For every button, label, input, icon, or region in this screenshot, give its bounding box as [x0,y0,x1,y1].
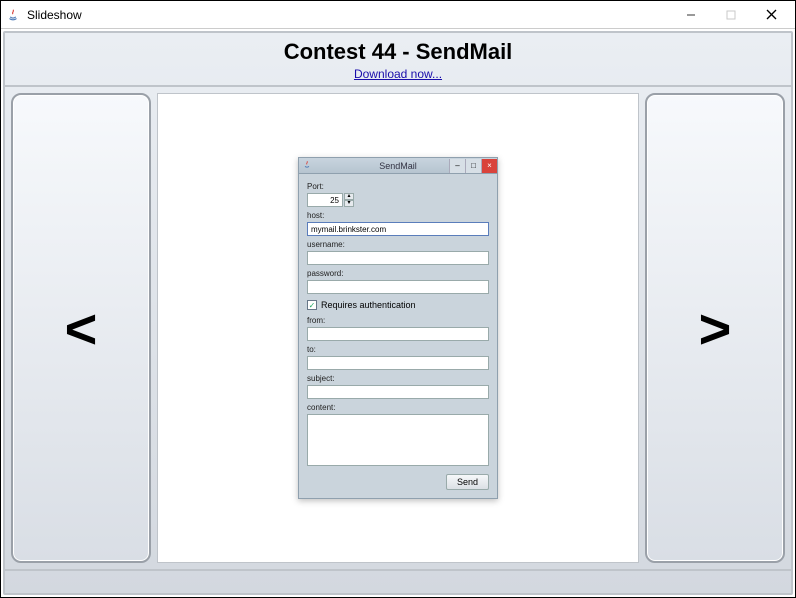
content-chrome: Contest 44 - SendMail Download now... < … [3,31,793,595]
username-input[interactable] [307,251,489,265]
requires-auth-label: Requires authentication [321,300,416,310]
download-link[interactable]: Download now... [354,67,442,81]
port-spinner[interactable]: ▴ ▾ [344,193,354,207]
sendmail-maximize-icon[interactable]: □ [465,159,481,173]
sendmail-window: SendMail – □ × Port: 25 ▴ [298,157,498,499]
spin-down-icon[interactable]: ▾ [344,200,354,207]
minimize-button[interactable] [671,3,711,27]
port-input[interactable]: 25 [307,193,343,207]
requires-auth-row[interactable]: ✓ Requires authentication [307,300,489,310]
content-textarea[interactable] [307,414,489,466]
username-label: username: [307,240,489,249]
host-input[interactable]: mymail.brinkster.com [307,222,489,236]
sendmail-app-icon [302,160,314,172]
titlebar: Slideshow [1,1,795,29]
to-input[interactable] [307,356,489,370]
footer-panel [5,569,791,593]
sendmail-minimize-icon[interactable]: – [449,159,465,173]
to-label: to: [307,345,489,354]
slideshow-row: < SendMail – □ [5,87,791,569]
host-label: host: [307,211,489,220]
port-label: Port: [307,182,489,191]
java-icon [5,7,21,23]
slide-area: SendMail – □ × Port: 25 ▴ [157,93,639,563]
sendmail-body: Port: 25 ▴ ▾ host: mymail.brinkster.com … [299,174,497,498]
maximize-button[interactable] [711,3,751,27]
header-panel: Contest 44 - SendMail Download now... [5,33,791,87]
from-label: from: [307,316,489,325]
page-title: Contest 44 - SendMail [5,39,791,65]
sendmail-titlebar: SendMail – □ × [299,158,497,174]
sendmail-close-icon[interactable]: × [481,159,497,173]
password-label: password: [307,269,489,278]
app-window: Slideshow Contest 44 - SendMail Download… [0,0,796,598]
subject-label: subject: [307,374,489,383]
password-input[interactable] [307,280,489,294]
close-button[interactable] [751,3,791,27]
window-title: Slideshow [27,8,82,22]
prev-button[interactable]: < [11,93,151,563]
spin-up-icon[interactable]: ▴ [344,193,354,200]
requires-auth-checkbox[interactable]: ✓ [307,300,317,310]
next-button[interactable]: > [645,93,785,563]
from-input[interactable] [307,327,489,341]
subject-input[interactable] [307,385,489,399]
port-row: 25 ▴ ▾ [307,193,489,207]
content-label: content: [307,403,489,412]
send-button[interactable]: Send [446,474,489,490]
